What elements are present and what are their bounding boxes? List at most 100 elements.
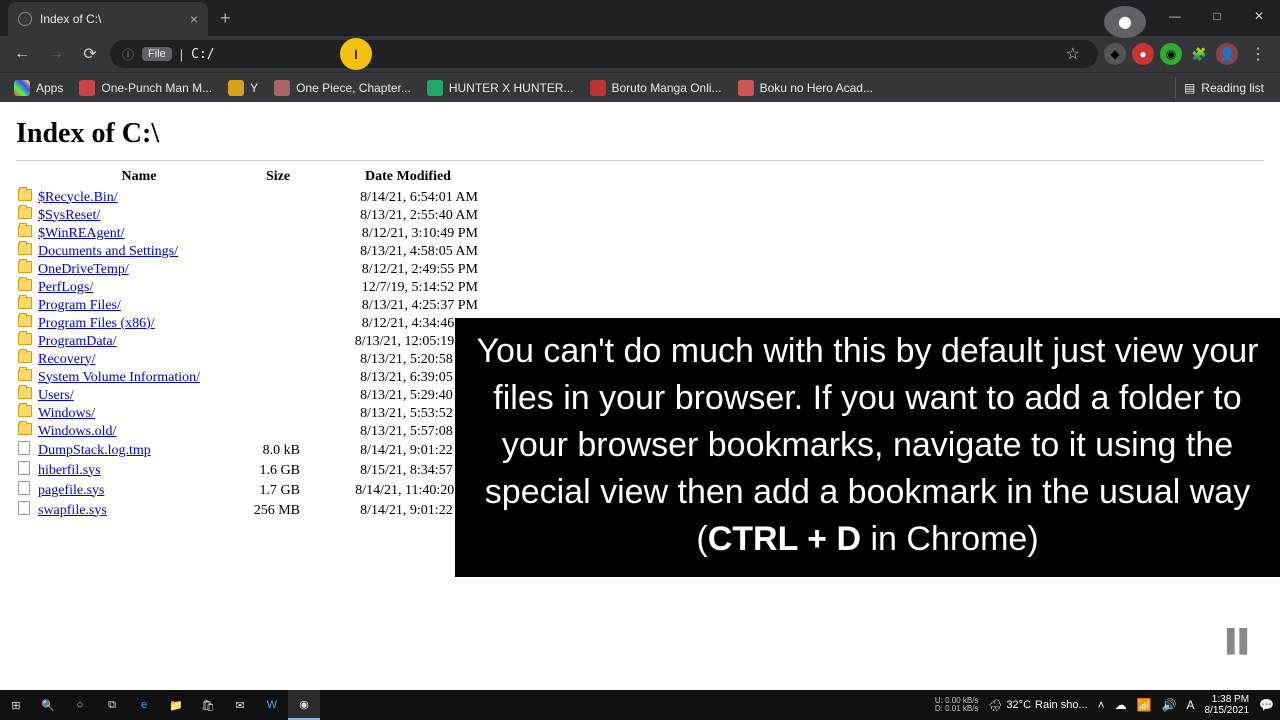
reading-list-button[interactable]: ▤ Reading list (1175, 77, 1272, 99)
bookmark-favicon (274, 80, 290, 96)
cursor-highlight: I (340, 38, 372, 70)
table-row: ProgramData/8/13/21, 12:05:19 PM (16, 333, 496, 351)
folder-icon (18, 279, 32, 291)
entry-link[interactable]: PerfLogs/ (38, 280, 93, 295)
bookmark-item[interactable]: One-Punch Man M... (73, 76, 218, 100)
close-window-button[interactable]: ✕ (1238, 0, 1280, 32)
new-tab-button[interactable]: + (208, 0, 243, 37)
pause-icon: ▌▌ (1227, 628, 1252, 654)
weather-widget[interactable]: 🌧 32°C Rain sho... (988, 699, 1087, 712)
entry-link[interactable]: Windows.old/ (38, 424, 116, 439)
bookmark-item[interactable]: Y (222, 76, 264, 100)
folder-icon (18, 369, 32, 381)
entry-link[interactable]: Program Files (x86)/ (38, 316, 155, 331)
entry-size (236, 207, 336, 225)
entry-link[interactable]: Windows/ (38, 406, 95, 421)
folder-icon (18, 207, 32, 219)
entry-link[interactable]: pagefile.sys (38, 483, 104, 498)
task-view-icon[interactable]: ⧉ (96, 690, 128, 720)
extensions-puzzle-icon[interactable]: 🧩 (1188, 43, 1210, 65)
chrome-taskbar-icon[interactable]: ◉ (288, 690, 320, 720)
folder-icon (18, 315, 32, 327)
bookmark-item[interactable]: One Piece, Chapter... (268, 76, 417, 100)
search-icon[interactable]: 🔍 (32, 690, 64, 720)
entry-link[interactable]: DumpStack.log.tmp (38, 443, 151, 458)
site-info-icon[interactable]: ⓘ (122, 46, 134, 63)
extension-icon-1[interactable]: ◆ (1104, 43, 1126, 65)
edge-icon[interactable]: e (128, 690, 160, 720)
chrome-menu-icon[interactable]: ⋮ (1244, 44, 1272, 64)
table-row: $WinREAgent/8/12/21, 3:10:49 PM (16, 225, 496, 243)
tray-chevron-icon[interactable]: ˄ (1098, 698, 1105, 712)
folder-icon (18, 423, 32, 435)
entry-link[interactable]: hiberfil.sys (38, 463, 101, 478)
tab-close-icon[interactable]: × (190, 11, 198, 27)
file-icon (18, 481, 30, 495)
entry-link[interactable]: Users/ (38, 388, 74, 403)
table-row: Recovery/8/13/21, 5:20:58 AM (16, 351, 496, 369)
entry-link[interactable]: ProgramData/ (38, 334, 117, 349)
entry-size (236, 423, 336, 441)
word-icon[interactable]: W (256, 690, 288, 720)
browser-tab[interactable]: ◌ Index of C:\ × (8, 2, 208, 36)
bookmark-favicon (79, 80, 95, 96)
weather-desc: Rain sho... (1035, 699, 1088, 711)
apps-shortcut[interactable]: Apps (8, 76, 69, 100)
forward-button[interactable]: → (42, 40, 70, 68)
bookmark-item[interactable]: HUNTER X HUNTER... (421, 76, 580, 100)
time-text: 1:38 PM (1205, 694, 1250, 705)
extension-icon-3[interactable]: ◉ (1160, 43, 1182, 65)
start-button[interactable]: ⊞ (0, 690, 32, 720)
reading-list-icon: ▤ (1184, 81, 1195, 95)
file-icon (18, 501, 30, 515)
entry-link[interactable]: Program Files/ (38, 298, 121, 313)
table-row: System Volume Information/8/13/21, 6:39:… (16, 369, 496, 387)
bookmark-item[interactable]: Boku no Hero Acad... (732, 76, 879, 100)
bookmark-favicon (738, 80, 754, 96)
entry-size: 1.6 GB (236, 461, 336, 481)
col-size: Size (236, 167, 336, 189)
language-icon[interactable]: A (1187, 698, 1195, 712)
back-button[interactable]: ← (8, 40, 36, 68)
titlebar: ◌ Index of C:\ × + ⬤ — □ ✕ (0, 0, 1280, 36)
volume-icon[interactable]: 🔊 (1162, 698, 1177, 712)
extension-icon-2[interactable]: ● (1132, 43, 1154, 65)
onedrive-icon[interactable]: ☁ (1115, 698, 1127, 712)
table-row: hiberfil.sys1.6 GB8/15/21, 8:34:57 AM (16, 461, 496, 481)
entry-link[interactable]: System Volume Information/ (38, 370, 200, 385)
reload-button[interactable]: ⟳ (76, 40, 104, 68)
bookmark-favicon (427, 80, 443, 96)
bookmark-label: One Piece, Chapter... (296, 81, 411, 95)
address-bar[interactable]: ⓘ File | C:/ I ☆ (110, 40, 1098, 68)
divider (16, 160, 1264, 161)
store-icon[interactable]: 🛍 (192, 690, 224, 720)
page-title: Index of C:\ (16, 118, 1264, 150)
bookmark-star-icon[interactable]: ☆ (1060, 44, 1086, 64)
file-explorer-icon[interactable]: 📁 (160, 690, 192, 720)
entry-size: 8.0 kB (236, 441, 336, 461)
chrome-profile-icon[interactable]: ⬤ (1104, 6, 1146, 38)
cortana-icon[interactable]: ○ (64, 690, 96, 720)
profile-avatar[interactable]: 👤 (1216, 43, 1238, 65)
entry-size (236, 405, 336, 423)
entry-date: 8/12/21, 3:10:49 PM (336, 225, 496, 243)
wifi-icon[interactable]: 📶 (1137, 698, 1152, 712)
minimize-button[interactable]: — (1154, 0, 1196, 32)
maximize-button[interactable]: □ (1196, 0, 1238, 32)
clock[interactable]: 1:38 PM 8/15/2021 (1205, 694, 1250, 716)
entry-link[interactable]: OneDriveTemp/ (38, 262, 129, 277)
table-row: pagefile.sys1.7 GB8/14/21, 11:40:20 PM (16, 481, 496, 501)
entry-link[interactable]: swapfile.sys (38, 503, 107, 518)
entry-date: 8/13/21, 4:58:05 AM (336, 243, 496, 261)
mail-icon[interactable]: ✉ (224, 690, 256, 720)
entry-link[interactable]: $WinREAgent/ (38, 226, 125, 241)
overlay-text-bold: CTRL + D (708, 520, 861, 558)
notifications-icon[interactable]: 💬 (1259, 698, 1274, 712)
entry-link[interactable]: Recovery/ (38, 352, 96, 367)
entry-link[interactable]: $Recycle.Bin/ (38, 190, 118, 205)
bookmark-favicon (228, 80, 244, 96)
bookmark-item[interactable]: Boruto Manga Onli... (584, 76, 728, 100)
entry-link[interactable]: Documents and Settings/ (38, 244, 178, 259)
bookmark-favicon (590, 80, 606, 96)
entry-link[interactable]: $SysReset/ (38, 208, 100, 223)
